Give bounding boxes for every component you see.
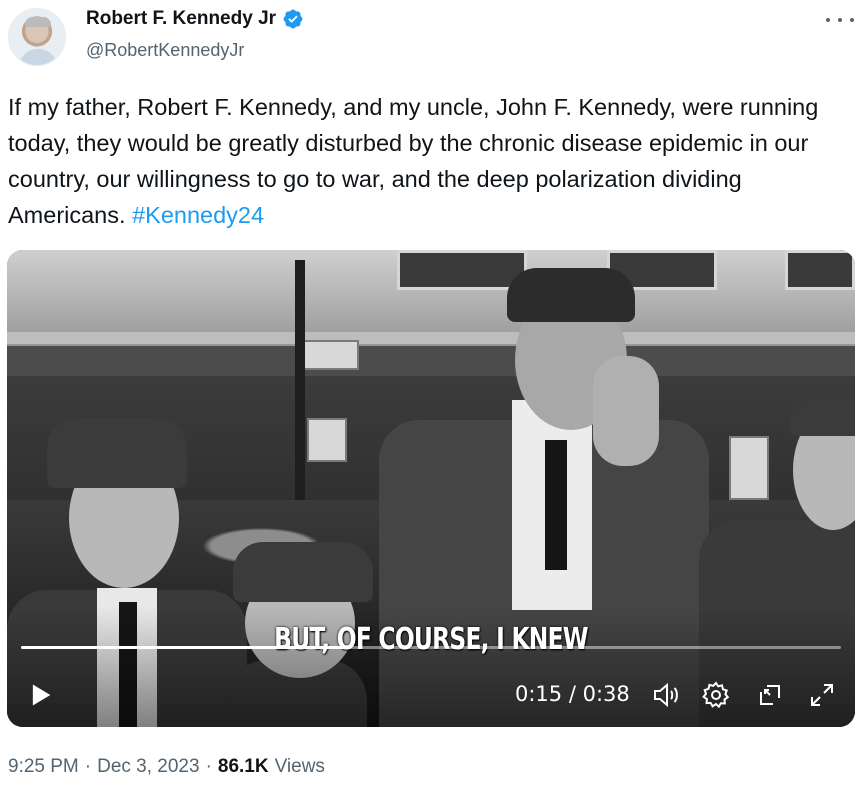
views-label: Views bbox=[274, 756, 325, 777]
avatar-hair bbox=[25, 17, 51, 27]
street-sign bbox=[729, 436, 769, 500]
hashtag-link[interactable]: #Kennedy24 bbox=[132, 202, 264, 228]
time-separator: / bbox=[568, 682, 576, 706]
handle[interactable]: @RobertKennedyJr bbox=[86, 40, 244, 61]
avatar-shirt bbox=[19, 49, 57, 65]
current-time: 0:15 bbox=[515, 682, 563, 706]
man-right-hair bbox=[789, 396, 855, 436]
post-time[interactable]: 9:25 PM bbox=[8, 756, 79, 778]
separator-dot: · bbox=[84, 756, 92, 777]
progress-fill bbox=[21, 646, 345, 649]
verified-badge-icon[interactable] bbox=[282, 8, 304, 30]
fullscreen-icon[interactable] bbox=[807, 680, 837, 710]
more-options-icon[interactable] bbox=[826, 10, 854, 30]
tweet-footer: 9:25 PM · Dec 3, 2023 · 86.1K Views bbox=[8, 756, 325, 778]
street-sign bbox=[303, 340, 359, 370]
more-dot bbox=[838, 18, 842, 22]
post-date[interactable]: Dec 3, 2023 bbox=[97, 756, 199, 778]
views-count[interactable]: 86.1K bbox=[218, 756, 269, 778]
storefront-awning bbox=[7, 346, 855, 376]
man-center-hair bbox=[507, 268, 635, 322]
video-caption: BUT, OF COURSE, I KNEW bbox=[274, 622, 588, 657]
separator-dot: · bbox=[205, 756, 212, 777]
name-row: Robert F. Kennedy Jr bbox=[86, 8, 304, 30]
duration: 0:38 bbox=[582, 682, 630, 706]
settings-icon[interactable] bbox=[701, 680, 731, 710]
video-player[interactable]: BUT, OF COURSE, I KNEW 0:15 / 0:38 bbox=[7, 250, 855, 727]
tweet-text: If my father, Robert F. Kennedy, and my … bbox=[8, 89, 858, 233]
volume-icon[interactable] bbox=[651, 680, 681, 710]
video-time: 0:15 / 0:38 bbox=[515, 682, 630, 706]
boy-left-hair bbox=[47, 418, 187, 488]
building-ledge bbox=[7, 332, 855, 344]
tweet-body: If my father, Robert F. Kennedy, and my … bbox=[8, 94, 819, 228]
avatar[interactable] bbox=[8, 8, 66, 66]
building-window bbox=[785, 250, 855, 290]
man-center-tie bbox=[545, 440, 567, 570]
play-icon[interactable] bbox=[27, 680, 55, 710]
waving-hand bbox=[593, 356, 659, 466]
more-dot bbox=[850, 18, 854, 22]
building-window bbox=[397, 250, 527, 290]
progress-bar[interactable] bbox=[21, 646, 841, 649]
display-name[interactable]: Robert F. Kennedy Jr bbox=[86, 8, 276, 30]
boy-center-hair bbox=[233, 542, 373, 602]
more-dot bbox=[826, 18, 830, 22]
pop-out-icon[interactable] bbox=[755, 680, 785, 710]
street-sign bbox=[307, 418, 347, 462]
tweet-header: Robert F. Kennedy Jr @RobertKennedyJr bbox=[0, 0, 868, 80]
